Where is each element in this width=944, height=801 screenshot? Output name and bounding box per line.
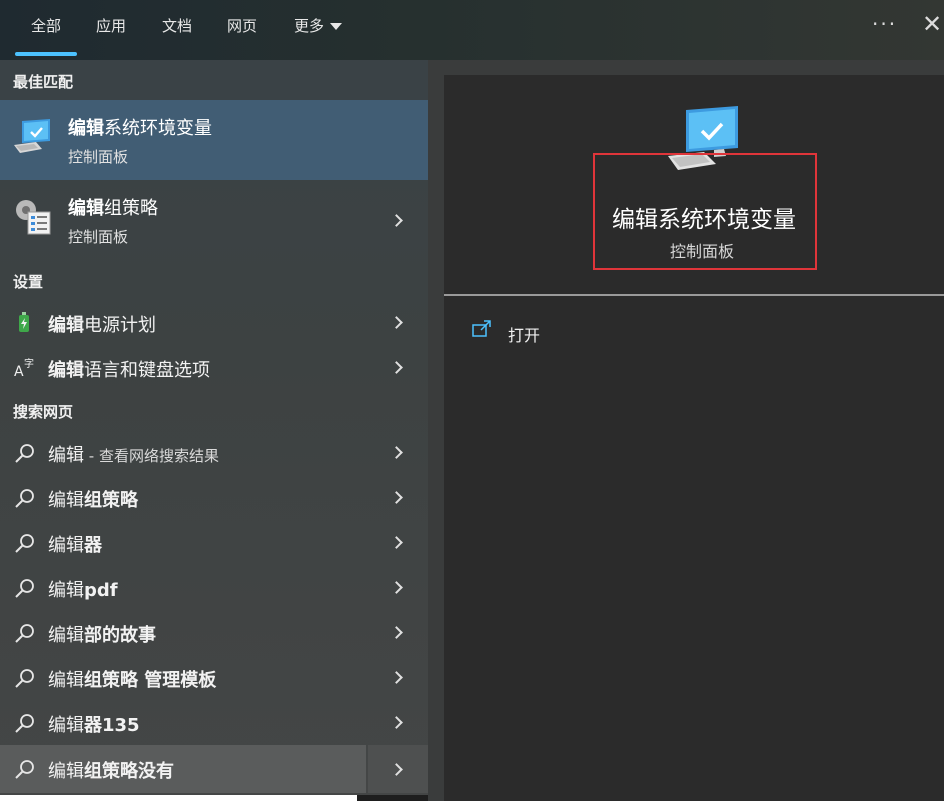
- result-title: 编辑组策略: [68, 198, 158, 219]
- tab-apps-label: 应用: [95, 17, 126, 35]
- search-icon: [15, 714, 34, 733]
- chevron-right-icon[interactable]: [390, 581, 403, 594]
- web-result-text: 编辑器: [48, 535, 102, 556]
- chevron-right-icon[interactable]: [390, 316, 403, 329]
- result-edit-env-variables[interactable]: 编辑系统环境变量 控制面板: [0, 100, 428, 180]
- tab-more-label: 更多: [293, 17, 324, 35]
- chevron-right-icon[interactable]: [390, 671, 403, 684]
- chevron-down-icon: [330, 23, 342, 30]
- web-result-text: 编辑组策略没有: [48, 761, 174, 782]
- result-subtitle: 控制面板: [68, 228, 129, 246]
- search-icon: [15, 444, 34, 463]
- web-result-text: 编辑 - 查看网络搜索结果: [48, 445, 219, 466]
- web-result[interactable]: 编辑pdf: [0, 565, 428, 610]
- close-button[interactable]: ✕: [922, 10, 942, 38]
- web-result-text: 编辑组策略 管理模板: [48, 670, 217, 691]
- search-icon: [15, 760, 34, 779]
- web-result[interactable]: 编辑 - 查看网络搜索结果: [0, 430, 428, 475]
- open-action-label: 打开: [508, 326, 541, 345]
- chevron-right-icon[interactable]: [390, 536, 403, 549]
- chevron-right-icon[interactable]: [390, 446, 403, 459]
- tab-web-label: 网页: [226, 17, 257, 35]
- search-icon: [15, 489, 34, 508]
- detail-subtitle: 控制面板: [670, 242, 735, 261]
- tab-all[interactable]: 全部: [15, 0, 77, 56]
- tab-web[interactable]: 网页: [221, 0, 263, 56]
- open-external-icon: [472, 320, 491, 337]
- svg-text:字: 字: [24, 357, 34, 370]
- result-subtitle: 控制面板: [68, 148, 129, 166]
- web-result[interactable]: 编辑部的故事: [0, 610, 428, 655]
- tab-all-label: 全部: [30, 17, 61, 35]
- result-edit-group-policy[interactable]: 编辑组策略 控制面板: [0, 180, 428, 260]
- group-policy-icon: [16, 200, 51, 235]
- more-options-button[interactable]: ···: [872, 12, 897, 36]
- power-plan-icon: [19, 312, 29, 332]
- web-result[interactable]: 编辑器135: [0, 700, 428, 745]
- result-title: 编辑语言和键盘选项: [48, 360, 210, 381]
- detail-divider: [444, 294, 944, 296]
- web-result-text: 编辑部的故事: [48, 625, 156, 646]
- search-icon: [15, 624, 34, 643]
- language-keyboard-icon: A 字: [14, 357, 34, 379]
- web-result[interactable]: 编辑组策略: [0, 475, 428, 520]
- web-result[interactable]: 编辑器: [0, 520, 428, 565]
- search-tab-bar: 全部 应用 文档 网页 更多 ··· ✕: [0, 0, 944, 60]
- chevron-right-icon[interactable]: [390, 716, 403, 729]
- tab-documents-label: 文档: [161, 17, 192, 35]
- search-icon: [15, 534, 34, 553]
- chevron-right-icon[interactable]: [390, 763, 403, 776]
- open-action[interactable]: 打开: [468, 312, 668, 352]
- web-result-text: 编辑pdf: [48, 580, 118, 601]
- chevron-right-icon[interactable]: [390, 214, 403, 227]
- result-edit-language-keyboard[interactable]: A 字 编辑语言和键盘选项: [0, 345, 428, 390]
- web-result-text: 编辑器135: [48, 715, 140, 736]
- tab-more[interactable]: 更多: [288, 0, 348, 56]
- result-title: 编辑系统环境变量: [68, 118, 212, 139]
- section-web-search: 搜索网页: [13, 403, 74, 421]
- svg-text:A: A: [14, 364, 24, 379]
- result-title: 编辑电源计划: [48, 315, 156, 336]
- section-best-match: 最佳匹配: [13, 73, 74, 91]
- search-icon: [15, 669, 34, 688]
- result-edit-power-plan[interactable]: 编辑电源计划: [0, 300, 428, 345]
- search-icon: [15, 579, 34, 598]
- chevron-right-icon[interactable]: [390, 491, 403, 504]
- tab-documents[interactable]: 文档: [156, 0, 198, 56]
- chevron-right-icon[interactable]: [390, 361, 403, 374]
- computer-check-icon: [14, 119, 50, 153]
- web-result[interactable]: 编辑组策略 管理模板: [0, 655, 428, 700]
- web-result-hovered[interactable]: 编辑组策略没有: [0, 745, 428, 793]
- section-settings: 设置: [13, 273, 44, 291]
- detail-title: 编辑系统环境变量: [612, 207, 796, 233]
- tab-apps[interactable]: 应用: [90, 0, 132, 56]
- search-box-edge[interactable]: [0, 795, 357, 801]
- web-result-text: 编辑组策略: [48, 490, 138, 511]
- chevron-right-icon[interactable]: [390, 626, 403, 639]
